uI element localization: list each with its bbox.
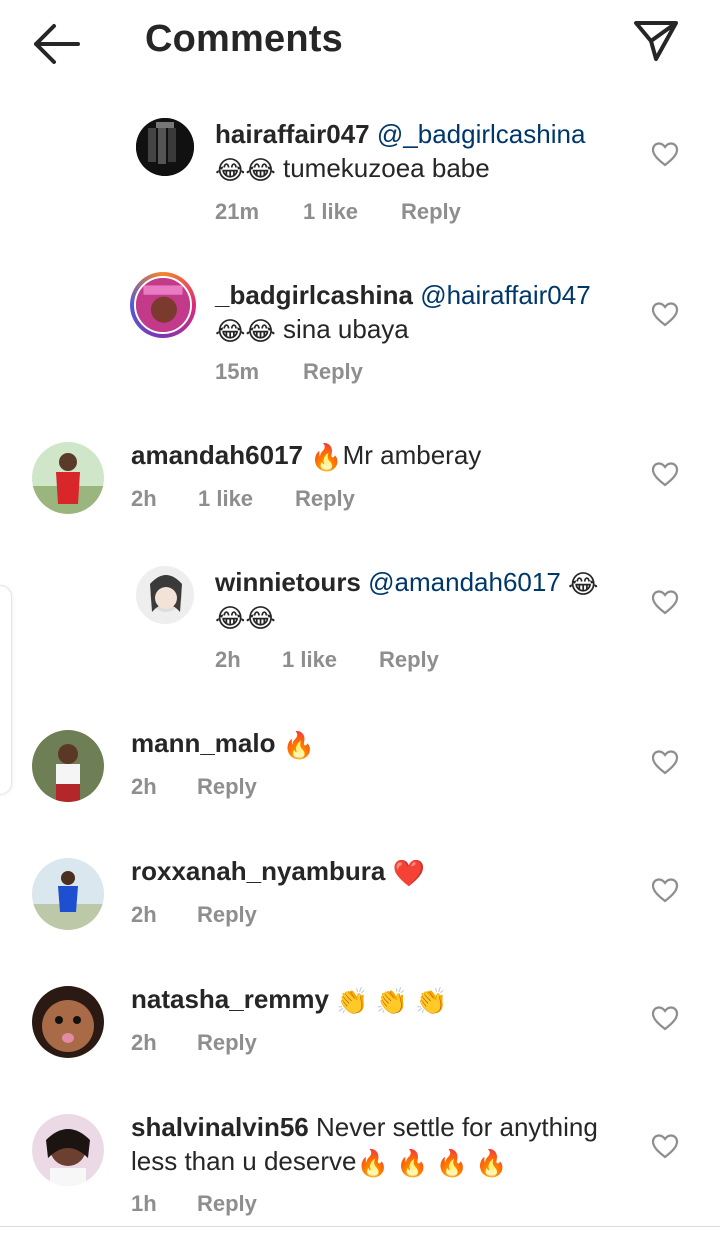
comment-likes[interactable]: 1 like <box>282 647 379 673</box>
comment-username[interactable]: natasha_remmy <box>131 984 329 1014</box>
divider <box>0 1226 720 1227</box>
comment-likes[interactable]: 1 like <box>198 486 295 512</box>
comment-username[interactable]: amandah6017 <box>131 440 303 470</box>
laughing-emoji-icon: 😂😂 <box>215 155 276 185</box>
comment-username[interactable]: roxxanah_nyambura <box>131 856 385 886</box>
side-drawer-handle[interactable] <box>0 585 12 795</box>
clapping-emoji-icon: 👏 👏 👏 <box>336 986 448 1016</box>
heart-icon[interactable] <box>651 589 679 615</box>
comment-body: hairaffair047 @_badgirlcashina 😂😂 tumeku… <box>215 117 635 185</box>
comment-mention[interactable]: @_badgirlcashina <box>377 119 586 149</box>
heart-icon[interactable] <box>651 301 679 327</box>
avatar[interactable] <box>130 272 196 338</box>
comment-text: sina ubaya <box>275 314 409 344</box>
reply-button[interactable]: Reply <box>197 774 257 800</box>
avatar[interactable] <box>32 986 104 1058</box>
comment-username[interactable]: _badgirlcashina <box>215 280 413 310</box>
comment-time: 2h <box>131 1030 157 1055</box>
comment-time: 1h <box>131 1191 157 1216</box>
heart-icon[interactable] <box>651 1133 679 1159</box>
reply-button[interactable]: Reply <box>379 647 439 673</box>
comment-text: Mr amberay <box>342 440 482 470</box>
avatar[interactable] <box>136 118 194 176</box>
avatar[interactable] <box>32 730 104 802</box>
comment-meta: 2h 1 like Reply <box>215 647 439 673</box>
comment-text: tumekuzoea babe <box>275 153 490 183</box>
avatar[interactable] <box>32 442 104 514</box>
heart-icon[interactable] <box>651 749 679 775</box>
arrow-left-icon[interactable] <box>30 22 82 66</box>
comment-time: 21m <box>215 199 260 224</box>
fire-emoji-icon: 🔥 🔥 🔥 🔥 <box>356 1148 508 1178</box>
laughing-emoji-icon: 😂😂 <box>215 603 276 633</box>
comment-time: 2h <box>131 486 157 511</box>
comment-time: 2h <box>131 774 157 799</box>
comment-meta: 2h 1 like Reply <box>131 486 355 512</box>
reply-button[interactable]: Reply <box>401 199 461 225</box>
comment-username[interactable]: mann_malo <box>131 728 276 758</box>
reply-button[interactable]: Reply <box>197 902 257 928</box>
comment-body: winnietours @amandah6017 😂 😂😂 <box>215 565 635 633</box>
fire-emoji-icon: 🔥 <box>310 442 343 472</box>
reply-button[interactable]: Reply <box>197 1030 257 1056</box>
avatar[interactable] <box>32 858 104 930</box>
heart-icon[interactable] <box>651 461 679 487</box>
laughing-emoji-icon: 😂😂 <box>215 316 276 346</box>
reply-button[interactable]: Reply <box>197 1191 257 1217</box>
comment-meta: 2h Reply <box>131 902 257 928</box>
comment-likes[interactable]: 1 like <box>303 199 401 225</box>
comment-body: roxxanah_nyambura ❤️ <box>131 854 631 888</box>
comment-time: 15m <box>215 359 260 384</box>
page-title: Comments <box>145 18 343 60</box>
avatar[interactable] <box>32 1114 104 1186</box>
comment-meta: 2h Reply <box>131 1030 257 1056</box>
comment-mention[interactable]: @hairaffair047 <box>420 280 590 310</box>
comment-username[interactable]: shalvinalvin56 <box>131 1112 309 1142</box>
comment-username[interactable]: hairaffair047 <box>215 119 370 149</box>
comment-body: natasha_remmy 👏 👏 👏 <box>131 982 631 1016</box>
comment-meta: 2h Reply <box>131 774 257 800</box>
comment-body: amandah6017 🔥Mr amberay <box>131 438 631 472</box>
heart-icon[interactable] <box>651 877 679 903</box>
paper-plane-icon[interactable] <box>630 17 682 65</box>
comment-meta: 1h Reply <box>131 1191 257 1217</box>
heart-icon[interactable] <box>651 1005 679 1031</box>
comment-text: Never settle for anything <box>316 1112 598 1142</box>
reply-button[interactable]: Reply <box>295 486 355 512</box>
header-bar: Comments <box>0 0 720 88</box>
comment-meta: 21m 1 like Reply <box>215 199 461 225</box>
comment-time: 2h <box>131 902 157 927</box>
comment-username[interactable]: winnietours <box>215 567 361 597</box>
heart-icon[interactable] <box>651 141 679 167</box>
avatar[interactable] <box>136 566 194 624</box>
comment-body: mann_malo 🔥 <box>131 726 631 760</box>
comment-text: less than u deserve <box>131 1146 357 1176</box>
comment-time: 2h <box>215 647 241 672</box>
comment-meta: 15m Reply <box>215 359 363 385</box>
laughing-emoji-icon: 😂 <box>568 569 599 599</box>
comment-mention[interactable]: @amandah6017 <box>368 567 561 597</box>
comment-body: shalvinalvin56 Never settle for anything… <box>131 1110 631 1178</box>
heart-emoji-icon: ❤️ <box>392 858 425 888</box>
fire-emoji-icon: 🔥 <box>282 730 316 760</box>
reply-button[interactable]: Reply <box>303 359 363 385</box>
comment-body: _badgirlcashina @hairaffair047 😂😂 sina u… <box>215 278 635 346</box>
